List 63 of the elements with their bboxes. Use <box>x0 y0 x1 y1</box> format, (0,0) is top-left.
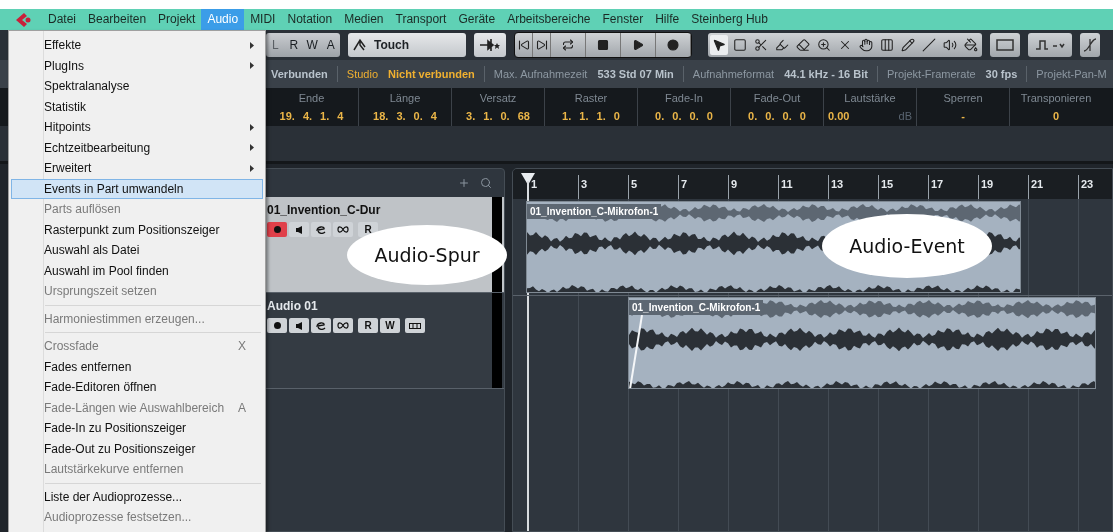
info-label: Versatz <box>479 90 517 106</box>
info-label: Sperren <box>943 90 983 106</box>
status-text: Projekt-Pan-M <box>1036 66 1107 82</box>
menu-item-label: Echtzeitbearbeitung <box>44 139 152 157</box>
menu-item-label: Fades entfernen <box>44 358 133 376</box>
shortcut-label: X <box>238 338 246 356</box>
menu-item-label: Ursprungszeit setzen <box>44 283 158 301</box>
info-unit: dB <box>898 109 912 124</box>
status-text: Verbunden <box>271 66 328 82</box>
menu-item-label: Liste der Audioprozesse... <box>44 488 184 506</box>
status-text: Projekt-Framerate <box>886 66 976 82</box>
menu-item-label: Audioprozesse festsetzen... <box>44 509 193 527</box>
info-label: Länge <box>389 90 421 106</box>
status-text: 533 Std 07 Min <box>597 66 674 82</box>
info-label: Raster <box>574 90 608 106</box>
track-name: Audio 01 <box>267 298 319 315</box>
info-label: Transponieren <box>1020 90 1092 106</box>
ruler-label: 5 <box>631 178 638 190</box>
menu-item-label: Parts auflösen <box>44 201 122 219</box>
ruler-label: 19 <box>981 178 994 190</box>
menu-item-label: Lautstärkekurve entfernen <box>44 461 185 479</box>
event-name: 01_Invention_C-Mikrofon-1 <box>527 204 662 219</box>
menu-item-label: Crossfade <box>44 338 100 356</box>
ruler-label: 7 <box>681 178 688 190</box>
menu-item-label: Erweitert <box>44 160 93 178</box>
menu-item-label: Events in Part umwandeln <box>44 180 185 198</box>
event-name: 01_Invention_C-Mikrofon-1 <box>629 300 764 315</box>
menu-item-label: Fade-Out zu Positionszeiger <box>44 440 197 458</box>
menu-item-label: Fade-In zu Positionszeiger <box>44 420 188 438</box>
ruler-label: 21 <box>1031 178 1044 190</box>
menu-item-label: Hitpoints <box>44 119 92 137</box>
status-text: Studio <box>346 66 379 82</box>
info-label: Fade-Out <box>753 90 801 106</box>
status-text: Aufnahmeformat <box>692 66 775 82</box>
status-text: 44.1 kHz - 16 Bit <box>784 66 868 82</box>
ruler-label: 9 <box>731 178 738 190</box>
menu-item-label: Statistik <box>44 98 87 116</box>
shortcut-label: A <box>238 399 246 417</box>
ruler-label: 11 <box>781 178 793 190</box>
ruler-label: 1 <box>531 178 538 190</box>
menu-item-label: Auswahl als Datei <box>44 242 141 260</box>
menu-item-label: Auswahl im Pool finden <box>44 262 170 280</box>
info-label: Ende <box>298 90 325 106</box>
status-text: Max. Aufnahmezeit <box>493 66 588 82</box>
ruler-label: 23 <box>1081 178 1094 190</box>
info-label: Lautstärke <box>844 90 896 106</box>
menu-item-label: Fade-Längen wie Auswahlbereich <box>44 399 226 417</box>
callout-text: Audio-Event <box>849 233 965 259</box>
ruler-label: 3 <box>581 178 588 190</box>
menu-item-label: Effekte <box>44 37 83 55</box>
ruler-label: 13 <box>831 178 844 190</box>
ruler-label: 17 <box>931 178 944 190</box>
ruler-label: 15 <box>881 178 894 190</box>
menu-item-label: PlugIns <box>44 57 86 75</box>
callout-text: Audio-Spur <box>374 242 480 268</box>
menu-item-label: Rasterpunkt zum Positionszeiger <box>44 221 221 239</box>
menu-item-label: Fade-Editoren öffnen <box>44 379 158 397</box>
menu-item-label: Spektralanalyse <box>44 78 131 96</box>
info-label: Fade-In <box>665 90 703 106</box>
status-text: 30 fps <box>985 66 1018 82</box>
status-text: Nicht verbunden <box>388 66 475 82</box>
menu-item-label: Harmoniestimmen erzeugen... <box>44 310 206 328</box>
track-name: 01_Invention_C-Dur <box>267 202 382 219</box>
